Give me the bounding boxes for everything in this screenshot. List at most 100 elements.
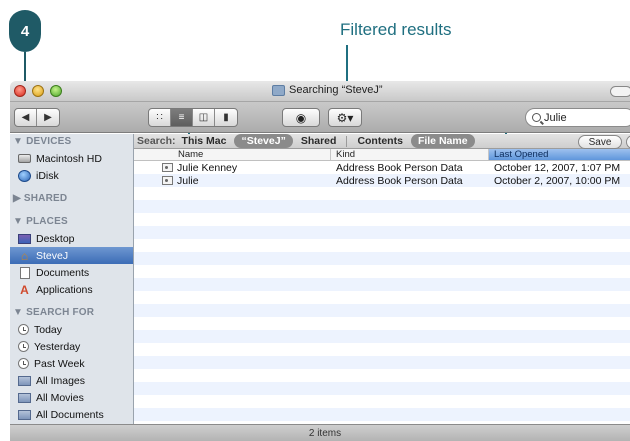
table-row[interactable]: Julie Kenney Address Book Person Data Oc…	[134, 161, 630, 174]
contact-card-icon	[162, 176, 173, 185]
sidebar-item-today[interactable]: Today	[10, 321, 133, 338]
result-last-opened: October 12, 2007, 1:07 PM	[494, 161, 621, 174]
column-header-row: Name Kind Last Opened	[134, 149, 630, 161]
smart-folder-icon	[18, 375, 31, 386]
scope-divider	[346, 135, 348, 147]
sidebar-item-label: All Images	[36, 374, 86, 387]
scope-stevej[interactable]: “SteveJ”	[234, 134, 293, 148]
search-scope-bar: Search: This Mac “SteveJ” Shared Content…	[134, 134, 630, 149]
scope-this-mac[interactable]: This Mac	[182, 135, 227, 147]
disk-icon	[18, 154, 31, 163]
add-criteria-button[interactable]: +	[626, 135, 630, 149]
search-field[interactable]: Julie	[525, 108, 630, 127]
result-last-opened: October 2, 2007, 10:00 PM	[494, 174, 621, 187]
applications-icon: A	[20, 282, 29, 297]
sidebar-item-label: Documents	[36, 266, 90, 279]
step-number-badge: 4	[9, 10, 41, 52]
sidebar-item-all-movies[interactable]: All Movies	[10, 389, 133, 406]
forward-button[interactable]: ▶	[37, 109, 59, 126]
clock-icon	[18, 341, 29, 352]
smart-folder-icon	[18, 392, 31, 403]
sidebar-item-idisk[interactable]: iDisk	[10, 167, 133, 184]
documents-icon	[18, 266, 31, 279]
navigation-buttons: ◀ ▶	[14, 108, 60, 127]
window-title: Searching “SteveJ”	[289, 84, 383, 96]
back-button[interactable]: ◀	[15, 109, 37, 126]
list-view-button[interactable]: ≡	[171, 109, 193, 126]
sidebar-item-all-documents[interactable]: All Documents	[10, 406, 133, 423]
scope-file-name[interactable]: File Name	[410, 134, 475, 148]
icon-view-icon: ∷	[156, 112, 163, 123]
smart-folder-icon	[272, 84, 285, 96]
sidebar-item-desktop[interactable]: Desktop	[10, 230, 133, 247]
filtered-results-callout: Filtered results	[340, 20, 452, 39]
minimize-window-button[interactable]	[32, 85, 44, 97]
home-icon: ⌂	[20, 248, 29, 263]
results-pane: Search: This Mac “SteveJ” Shared Content…	[134, 134, 630, 441]
search-icon	[532, 113, 541, 122]
back-arrow-icon: ◀	[21, 112, 30, 123]
results-list: Julie Kenney Address Book Person Data Oc…	[134, 161, 630, 441]
sidebar-heading-devices[interactable]: ▼ DEVICES	[10, 134, 133, 150]
window-content: ▼ DEVICES Macintosh HD iDisk ▶ SHARED ▼ …	[10, 134, 630, 441]
contact-card-icon	[162, 163, 173, 172]
list-view-icon: ≡	[178, 112, 185, 123]
sidebar-item-past-week[interactable]: Past Week	[10, 355, 133, 372]
sidebar-item-macintosh-hd[interactable]: Macintosh HD	[10, 150, 133, 167]
step-number: 4	[20, 22, 30, 40]
sidebar-item-label: SteveJ	[36, 249, 69, 262]
sidebar-item-documents[interactable]: Documents	[10, 264, 133, 281]
search-value: Julie	[544, 111, 567, 124]
forward-arrow-icon: ▶	[44, 112, 52, 123]
sidebar-item-label: All Documents	[36, 408, 104, 421]
eye-icon: ◉	[295, 110, 307, 125]
sidebar: ▼ DEVICES Macintosh HD iDisk ▶ SHARED ▼ …	[10, 134, 134, 441]
sidebar-item-label: All Movies	[36, 391, 84, 404]
clock-icon	[18, 324, 29, 335]
result-kind: Address Book Person Data	[336, 161, 463, 174]
idisk-icon	[18, 169, 31, 182]
sidebar-item-label: Past Week	[34, 357, 85, 370]
sidebar-item-stevej[interactable]: ⌂ SteveJ	[10, 247, 133, 264]
scope-label: Search:	[137, 135, 176, 147]
result-name: Julie Kenney	[177, 161, 238, 174]
column-header-name[interactable]: Name	[134, 149, 331, 160]
toolbar: ◀ ▶ ∷ ≡ ◫ ▮ ◉ ⚙▾ Julie	[10, 102, 630, 133]
result-kind: Address Book Person Data	[336, 174, 463, 187]
sidebar-heading-search-for[interactable]: ▼ SEARCH FOR	[10, 305, 133, 321]
column-view-button[interactable]: ◫	[193, 109, 215, 126]
quick-look-button[interactable]: ◉	[282, 108, 320, 127]
icon-view-button[interactable]: ∷	[149, 109, 171, 126]
coverflow-icon: ▮	[223, 112, 229, 123]
scope-contents[interactable]: Contents	[357, 135, 403, 147]
column-view-icon: ◫	[198, 112, 209, 123]
coverflow-view-button[interactable]: ▮	[215, 109, 237, 126]
sidebar-item-label: Applications	[36, 283, 93, 296]
save-search-button[interactable]: Save	[578, 135, 622, 149]
sidebar-heading-shared[interactable]: ▶ SHARED	[10, 191, 133, 207]
sidebar-item-label: iDisk	[36, 169, 59, 182]
sidebar-item-yesterday[interactable]: Yesterday	[10, 338, 133, 355]
scope-shared[interactable]: Shared	[301, 135, 337, 147]
sidebar-item-all-images[interactable]: All Images	[10, 372, 133, 389]
clock-icon	[18, 358, 29, 369]
toolbar-toggle-button[interactable]	[610, 86, 630, 97]
action-menu-button[interactable]: ⚙▾	[328, 108, 362, 127]
table-row[interactable]: Julie Address Book Person Data October 2…	[134, 174, 630, 187]
step-pointer-line	[24, 52, 26, 82]
sidebar-item-label: Desktop	[36, 232, 75, 245]
item-count: 2 items	[308, 427, 342, 439]
sidebar-item-applications[interactable]: A Applications	[10, 281, 133, 298]
status-bar: 2 items	[10, 424, 630, 441]
smart-folder-icon	[18, 409, 31, 420]
finder-window: Searching “SteveJ” ◀ ▶ ∷ ≡ ◫ ▮ ◉ ⚙▾ Juli…	[10, 81, 630, 441]
view-mode-buttons: ∷ ≡ ◫ ▮	[148, 108, 238, 127]
title-bar: Searching “SteveJ”	[10, 81, 630, 102]
zoom-window-button[interactable]	[50, 85, 62, 97]
column-header-kind[interactable]: Kind	[331, 149, 489, 160]
close-window-button[interactable]	[14, 85, 26, 97]
sidebar-heading-places[interactable]: ▼ PLACES	[10, 214, 133, 230]
result-name: Julie	[177, 174, 199, 187]
sidebar-item-label: Yesterday	[34, 340, 81, 353]
column-header-last-opened[interactable]: Last Opened	[489, 149, 630, 160]
